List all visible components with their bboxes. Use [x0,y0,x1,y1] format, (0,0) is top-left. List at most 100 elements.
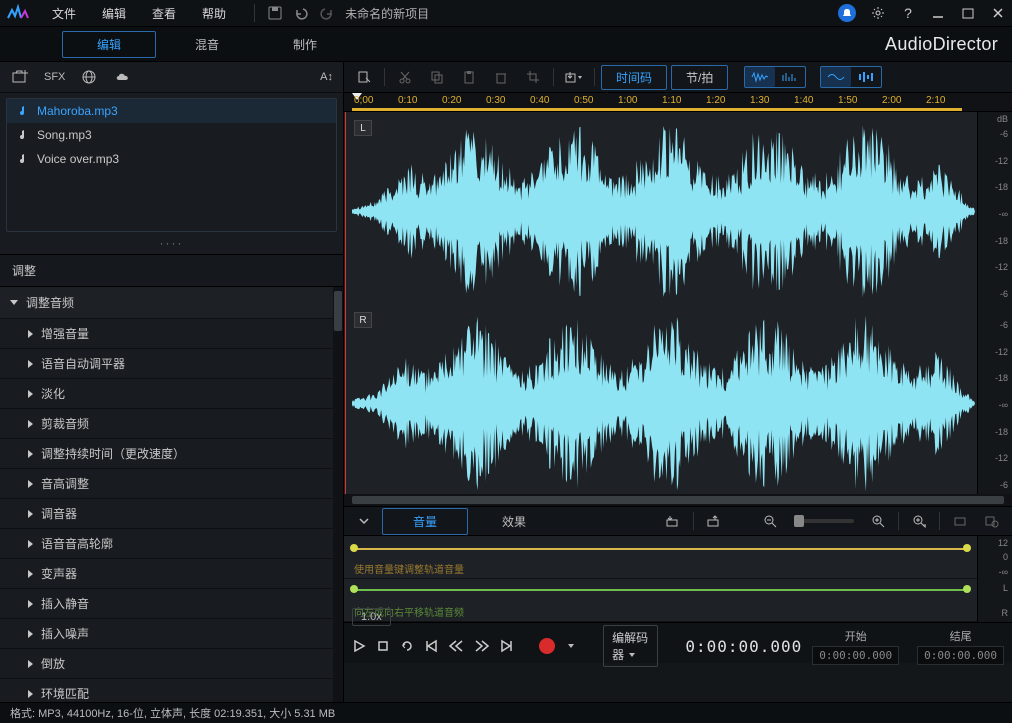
envelope-scale: 120-∞ LR [977,536,1012,622]
zoom-slider[interactable] [794,519,854,523]
menu-view[interactable]: 查看 [152,5,176,22]
zoom-select-icon[interactable] [946,510,974,532]
file-row[interactable]: Voice over.mp3 [7,147,336,171]
adjust-item[interactable]: 环境匹配 [0,679,333,702]
copy-icon[interactable] [423,66,451,88]
paste-icon[interactable] [455,66,483,88]
maximize-icon[interactable] [960,5,976,21]
collapse-icon[interactable] [350,510,378,532]
skip-end-icon[interactable] [500,635,514,657]
mode-edit[interactable]: 编辑 [62,31,156,58]
tab-effects[interactable]: 效果 [472,509,556,534]
mode-mix[interactable]: 混音 [160,31,254,58]
record-icon[interactable] [539,635,555,657]
adjust-item[interactable]: 变声器 [0,559,333,589]
loop-icon[interactable] [400,635,414,657]
music-note-icon [17,153,29,165]
file-name: Song.mp3 [37,128,92,142]
start-label: 开始 [845,628,867,644]
adjust-item[interactable]: 音高调整 [0,469,333,499]
forward-icon[interactable] [474,635,490,657]
cloud-icon[interactable] [113,67,133,87]
notification-icon[interactable] [838,4,856,22]
project-name: 未命名的新项目 [345,5,429,22]
start-time[interactable]: 0:00:00.000 [812,646,899,665]
music-note-icon [17,105,29,117]
end-time[interactable]: 0:00:00.000 [917,646,1004,665]
marker-out-icon[interactable] [700,510,728,532]
sfx-button[interactable]: SFX [44,67,65,87]
file-list: Mahoroba.mp3 Song.mp3 Voice over.mp3 [6,98,337,232]
rewind-icon[interactable] [448,635,464,657]
globe-icon[interactable] [79,67,99,87]
adjust-item[interactable]: 淡化 [0,379,333,409]
adjust-item[interactable]: 剪裁音频 [0,409,333,439]
mode-produce[interactable]: 制作 [258,31,352,58]
crop-icon[interactable] [519,66,547,88]
skip-start-icon[interactable] [424,635,438,657]
waveform-left-channel[interactable]: L [352,118,975,296]
waveform-view-icon[interactable] [745,67,775,87]
beats-button[interactable]: 节/拍 [671,65,728,90]
menu-file[interactable]: 文件 [52,5,76,22]
marker-in-icon[interactable] [659,510,687,532]
timeline-ruler[interactable]: 0;000:100:200:300:400:501:001:101:201:30… [344,93,1012,112]
adjust-item[interactable]: 增强音量 [0,319,333,349]
zoom-fit-icon[interactable] [905,510,933,532]
redo-icon[interactable] [319,5,335,21]
wave-display-2-icon[interactable] [851,67,881,87]
play-icon[interactable] [352,635,366,657]
zoom-in-icon[interactable] [864,510,892,532]
select-tool-icon[interactable] [350,66,378,88]
file-name: Mahoroba.mp3 [37,104,118,118]
scrollbar-vertical[interactable] [333,287,343,702]
minimize-icon[interactable] [930,5,946,21]
adjust-item[interactable]: 插入静音 [0,589,333,619]
cut-icon[interactable] [391,66,419,88]
help-icon[interactable]: ? [900,5,916,21]
timecode-button[interactable]: 时间码 [601,65,667,90]
menu-edit[interactable]: 编辑 [102,5,126,22]
file-row[interactable]: Mahoroba.mp3 [7,99,336,123]
app-logo [6,3,38,23]
delete-icon[interactable] [487,66,515,88]
timecode-display: 0:00:00.000 [685,637,802,656]
wave-display-1-icon[interactable] [821,67,851,87]
record-dropdown-icon[interactable] [565,635,579,657]
codec-button[interactable]: 编解码器 [603,625,658,667]
adjust-item[interactable]: 语音自动调平器 [0,349,333,379]
waveform-right-channel[interactable]: R [352,310,975,488]
save-icon[interactable] [267,5,283,21]
pan-envelope-lane[interactable]: 向左或向右平移轨道音频 [344,579,977,622]
adjust-item[interactable]: 插入噪声 [0,619,333,649]
export-dropdown-icon[interactable] [560,66,588,88]
panel-resize-handle[interactable]: ···· [0,232,343,254]
db-scale: dB -6-12-18-∞-18-12-6 -6-12-18-∞-18-12-6 [977,112,1012,494]
adjust-header: 调整 [0,254,343,287]
file-row[interactable]: Song.mp3 [7,123,336,147]
volume-hint: 使用音量键调整轨道音量 [354,561,464,576]
menu-help[interactable]: 帮助 [202,5,226,22]
settings-icon[interactable] [870,5,886,21]
volume-envelope-lane[interactable]: 使用音量键调整轨道音量 [344,536,977,579]
file-name: Voice over.mp3 [37,152,119,166]
status-bar: 格式: MP3, 44100Hz, 16-位, 立体声, 长度 02:19.35… [0,702,1012,723]
zoom-out-icon[interactable] [756,510,784,532]
spectral-view-icon[interactable] [775,67,805,87]
tab-volume[interactable]: 音量 [382,508,468,535]
adjust-item[interactable]: 倒放 [0,649,333,679]
brand-label: AudioDirector [885,34,998,55]
stop-icon[interactable] [376,635,390,657]
speed-indicator[interactable]: 1.0x [352,608,391,626]
zoom-region-icon[interactable] [978,510,1006,532]
close-icon[interactable] [990,5,1006,21]
channel-label-right: R [354,312,372,328]
font-size-button[interactable]: A↕ [320,67,333,87]
music-note-icon [17,129,29,141]
adjust-item[interactable]: 调音器 [0,499,333,529]
adjust-item[interactable]: 语音音高轮廓 [0,529,333,559]
adjust-item[interactable]: 调整持续时间（更改速度） [0,439,333,469]
adjust-group[interactable]: 调整音频 [0,287,333,319]
import-icon[interactable] [10,67,30,87]
undo-icon[interactable] [293,5,309,21]
